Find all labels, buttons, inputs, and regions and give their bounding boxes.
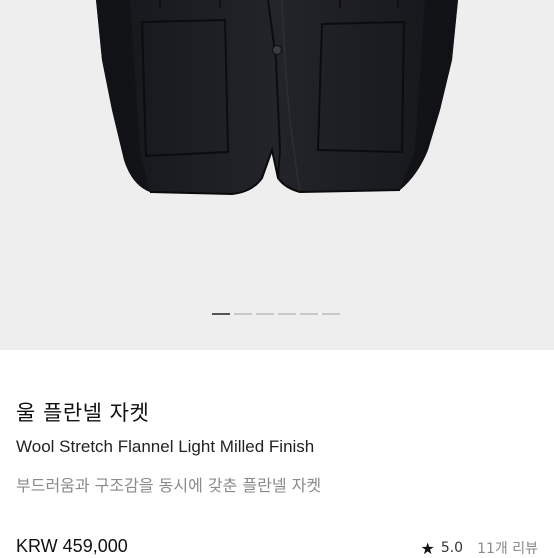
gallery-dot[interactable] (300, 313, 318, 315)
gallery-dot[interactable] (234, 313, 252, 315)
product-image-gallery[interactable] (0, 0, 554, 350)
star-icon: ★ (420, 538, 435, 558)
gallery-dot[interactable] (256, 313, 274, 315)
product-name-english: Wool Stretch Flannel Light Milled Finish (16, 437, 315, 456)
gallery-pagination (212, 313, 340, 316)
product-name-korean: 울 플란넬 자켓 (16, 401, 150, 425)
product-description: 부드러움과 구조감을 동시에 갖춘 플란넬 자켓 (16, 476, 322, 495)
product-rating[interactable]: ★ 5.0 11개 리뷰 (420, 538, 538, 558)
product-image (96, 0, 458, 196)
gallery-dot[interactable] (278, 313, 296, 315)
review-count-link[interactable]: 11개 리뷰 (477, 538, 538, 558)
gallery-dot[interactable] (322, 313, 340, 315)
gallery-dot[interactable] (212, 313, 230, 315)
